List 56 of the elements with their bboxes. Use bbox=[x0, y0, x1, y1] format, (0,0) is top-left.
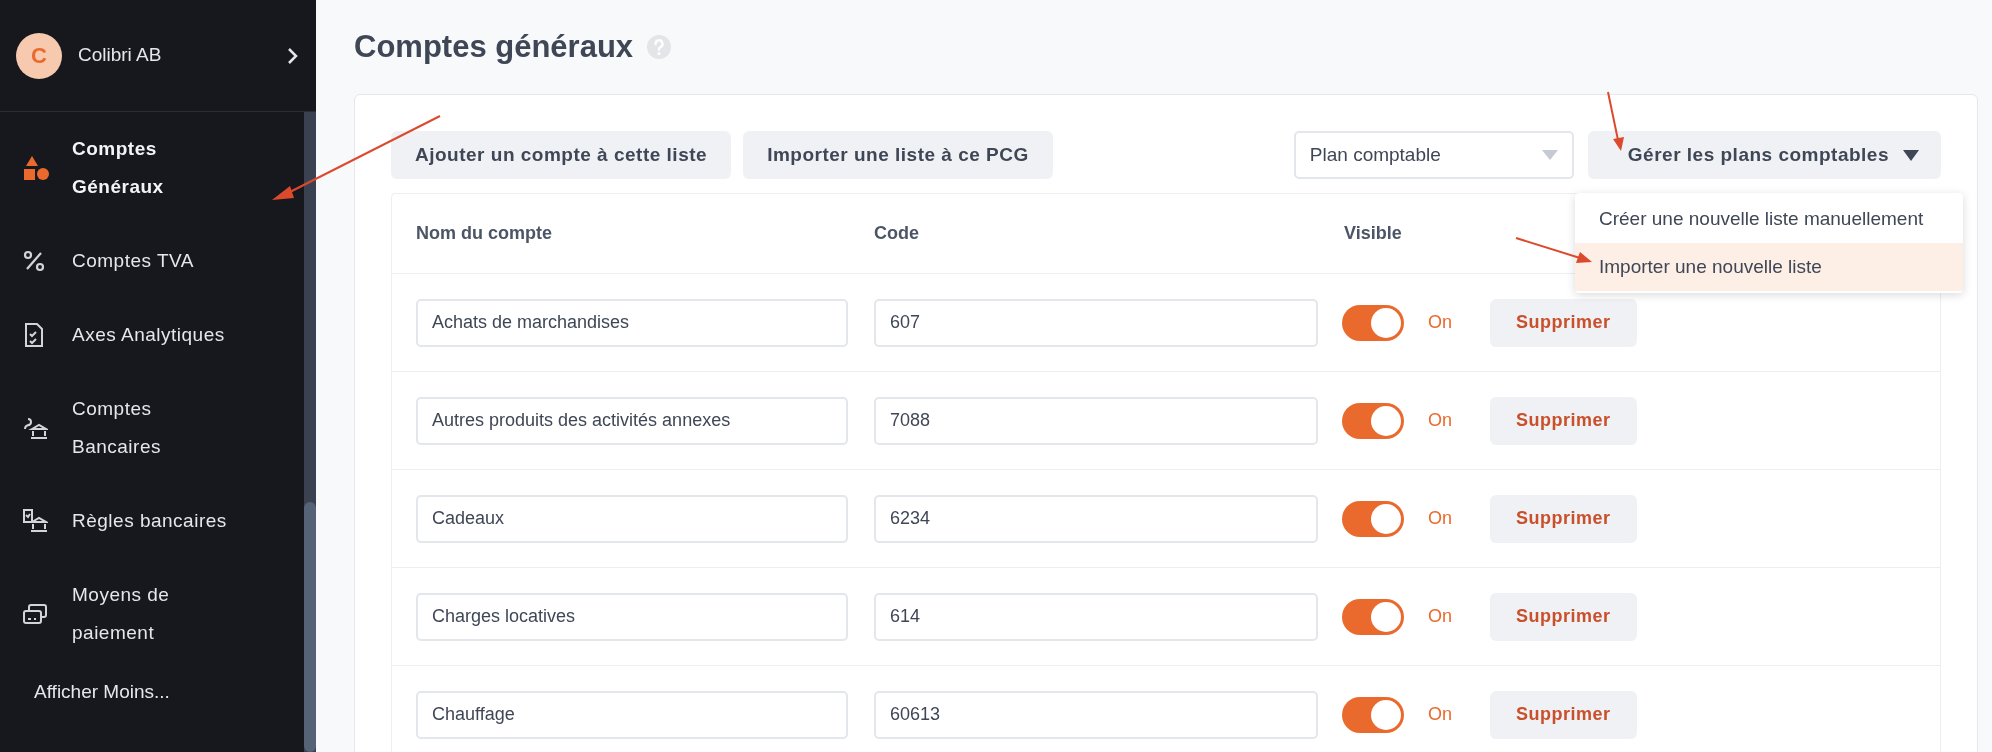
account-name-field[interactable]: Achats de marchandises bbox=[416, 298, 848, 347]
account-code-field[interactable]: 60613 bbox=[874, 690, 1318, 739]
delete-button[interactable]: Supprimer bbox=[1490, 592, 1637, 641]
menu-item[interactable]: Créer une nouvelle liste manuellement bbox=[1575, 195, 1963, 243]
toolbar-button[interactable]: Importer une liste à ce PCG bbox=[743, 131, 1053, 179]
manage-plans-button[interactable]: Gérer les plans comptables bbox=[1587, 131, 1941, 179]
annotation-arrow bbox=[1606, 90, 1626, 152]
company-avatar: C bbox=[16, 32, 62, 79]
show-less-link[interactable]: Afficher Moins... bbox=[34, 681, 170, 702]
column-header: Code bbox=[874, 223, 919, 243]
delete-button[interactable]: Supprimer bbox=[1490, 494, 1637, 543]
delete-button[interactable]: Supprimer bbox=[1490, 298, 1637, 347]
toggle-state-label: On bbox=[1428, 507, 1453, 530]
toolbar-button[interactable]: Ajouter un compte à cette liste bbox=[391, 131, 732, 179]
scrollbar-thumb[interactable] bbox=[304, 502, 316, 752]
account-code-field[interactable]: 7088 bbox=[874, 396, 1318, 445]
visibility-toggle[interactable] bbox=[1342, 598, 1404, 635]
toggle-state-label: On bbox=[1428, 311, 1453, 334]
toggle-state-label: On bbox=[1428, 605, 1453, 628]
account-code-field[interactable]: 6234 bbox=[874, 494, 1318, 543]
visibility-toggle[interactable] bbox=[1342, 304, 1404, 341]
page-title: Comptes généraux bbox=[354, 27, 634, 66]
bank-icon bbox=[22, 415, 48, 441]
account-code-field[interactable]: 614 bbox=[874, 592, 1318, 641]
account-name-field[interactable]: Chauffage bbox=[416, 690, 848, 739]
cards-icon bbox=[22, 602, 48, 626]
nav-item[interactable]: Comptes Généraux bbox=[0, 112, 304, 224]
caret-down-icon bbox=[1541, 150, 1558, 160]
delete-button[interactable]: Supprimer bbox=[1490, 396, 1637, 445]
nav-item[interactable]: Comptes TVA bbox=[0, 224, 304, 298]
percent-icon bbox=[22, 249, 46, 273]
company-name: Colibri AB bbox=[78, 43, 163, 68]
plan-select[interactable]: Plan comptable bbox=[1293, 131, 1574, 179]
nav-item[interactable]: Comptes Bancaires bbox=[0, 372, 304, 484]
visibility-toggle[interactable] bbox=[1342, 500, 1404, 537]
caret-down-icon bbox=[1903, 149, 1919, 161]
chevron-right-icon bbox=[286, 45, 300, 66]
bank-rules-icon bbox=[22, 508, 48, 534]
company-switcher[interactable]: C Colibri AB bbox=[0, 0, 316, 112]
nav-item[interactable]: Moyens de paiement bbox=[0, 558, 304, 670]
account-name-field[interactable]: Cadeaux bbox=[416, 494, 848, 543]
account-name-field[interactable]: Charges locatives bbox=[416, 592, 848, 641]
delete-button[interactable]: Supprimer bbox=[1490, 690, 1637, 739]
toggle-state-label: On bbox=[1428, 703, 1453, 726]
toggle-state-label: On bbox=[1428, 409, 1453, 432]
account-code-field[interactable]: 607 bbox=[874, 298, 1318, 347]
nav-item[interactable]: Règles bancaires bbox=[0, 484, 304, 558]
menu-item[interactable]: Importer une nouvelle liste bbox=[1575, 243, 1963, 291]
column-header: Nom du compte bbox=[416, 223, 552, 243]
visibility-toggle[interactable] bbox=[1342, 402, 1404, 439]
shapes-icon bbox=[22, 154, 50, 182]
nav-item[interactable]: Axes Analytiques bbox=[0, 298, 304, 372]
document-check-icon bbox=[22, 322, 46, 348]
column-header: Visible bbox=[1344, 223, 1402, 243]
account-name-field[interactable]: Autres produits des activités annexes bbox=[416, 396, 848, 445]
visibility-toggle[interactable] bbox=[1342, 696, 1404, 733]
